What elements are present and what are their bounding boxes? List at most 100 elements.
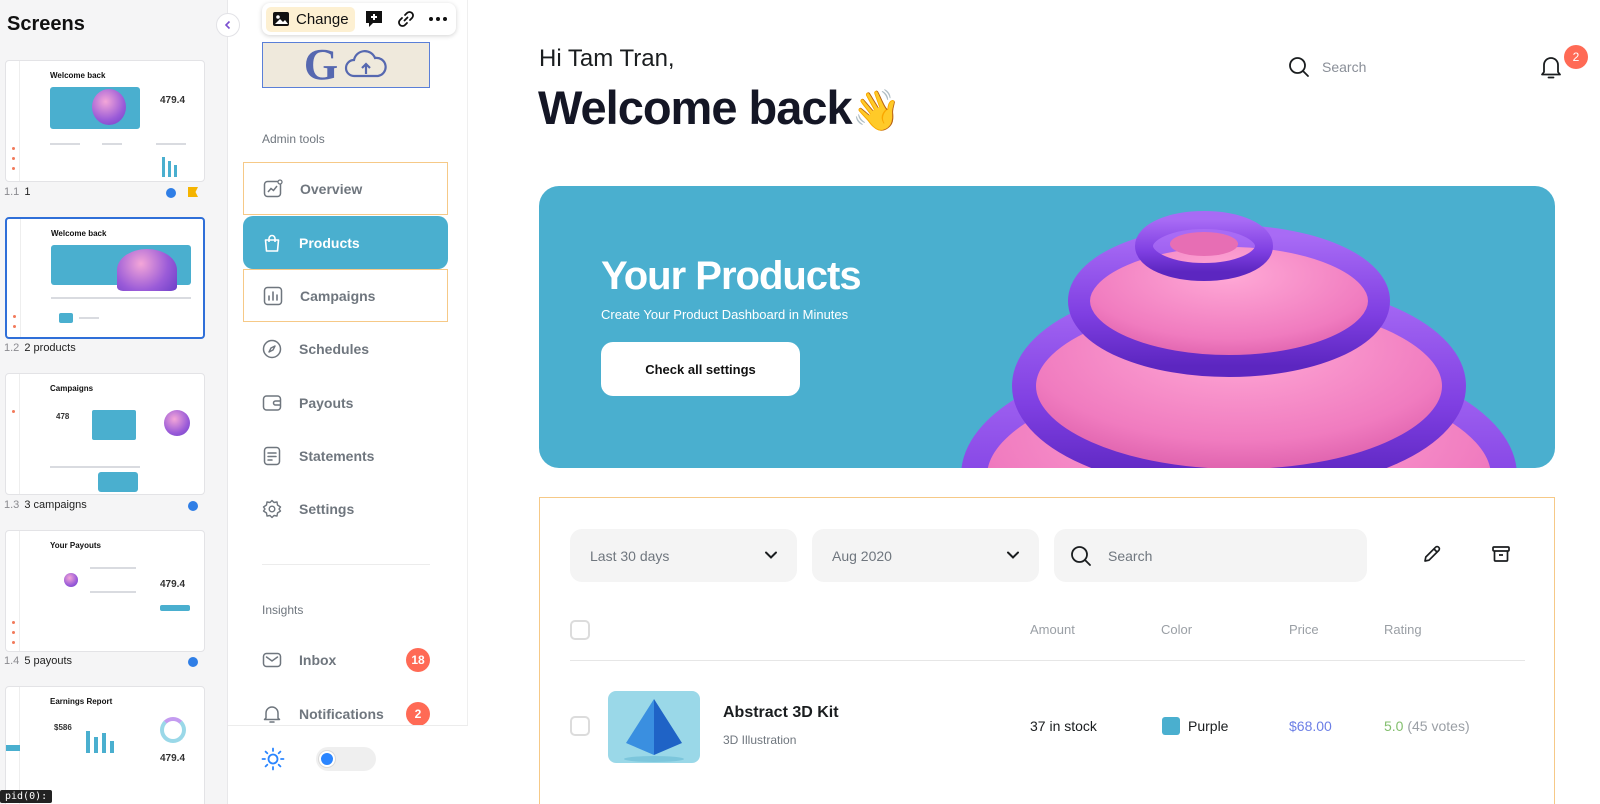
toggle-knob <box>319 751 335 767</box>
screen-thumbnail-5[interactable]: Earnings Report $586 479.4 <box>5 686 205 804</box>
collapse-panel-button[interactable] <box>216 13 240 37</box>
edit-pencil-icon[interactable] <box>1422 544 1442 564</box>
month-select[interactable]: Aug 2020 <box>812 529 1039 582</box>
nav-label: Payouts <box>299 394 354 411</box>
shopping-bag-icon <box>264 234 280 252</box>
period-select[interactable]: Last 30 days <box>570 529 797 582</box>
product-name: Abstract 3D Kit <box>723 704 839 721</box>
screen-thumbnail-4[interactable]: Your Payouts 479.4 <box>5 530 205 652</box>
check-settings-button[interactable]: Check all settings <box>601 342 800 396</box>
thumb-value: 479.4 <box>160 95 186 106</box>
screen-label-4: 1.4 5 payouts <box>4 655 73 667</box>
compass-icon <box>262 339 282 358</box>
table-search-input[interactable]: Search <box>1054 529 1367 582</box>
color-swatch <box>1162 717 1180 735</box>
nav-label: Notifications <box>299 705 384 722</box>
image-icon <box>273 12 289 26</box>
product-amount: 37 in stock <box>1030 718 1097 734</box>
column-header-price[interactable]: Price <box>1289 622 1319 637</box>
link-button[interactable] <box>393 6 419 32</box>
main-content: Hi Tam Tran, Welcome back👋 Search 2 Your… <box>468 0 1600 804</box>
hero-subtitle: Create Your Product Dashboard in Minutes <box>601 307 849 322</box>
nav-settings[interactable]: Settings <box>243 482 448 535</box>
product-color: Purple <box>1188 718 1229 734</box>
screens-panel: Screens Welcome back 479.4 1.1 1 Welcome… <box>0 0 228 804</box>
link-icon <box>397 11 414 27</box>
thumb-sidebar <box>6 531 20 651</box>
sync-badge-icon <box>166 188 176 198</box>
chevron-left-icon <box>224 20 231 30</box>
select-all-checkbox[interactable] <box>570 620 590 640</box>
thumb-value: 479.4 <box>160 579 186 590</box>
chevron-down-icon <box>765 551 777 559</box>
search-placeholder: Search <box>1108 547 1153 564</box>
change-image-button[interactable]: Change <box>266 6 355 32</box>
nav-label: Products <box>299 234 360 251</box>
archive-icon[interactable] <box>1491 544 1511 564</box>
nav-statements[interactable]: Statements <box>243 429 448 482</box>
nav-label: Settings <box>299 500 355 517</box>
sync-badge-icon <box>188 501 198 511</box>
notifications-count-badge: 2 <box>406 701 430 726</box>
thumb-title: Welcome back <box>51 229 107 238</box>
nav-products[interactable]: Products <box>243 216 448 269</box>
hero-title: Your Products <box>601 254 862 298</box>
add-comment-icon <box>365 11 382 27</box>
wallet-icon <box>262 394 282 411</box>
document-icon <box>263 446 281 465</box>
nav-label: Statements <box>299 447 375 464</box>
pyramid-icon <box>624 699 684 762</box>
chevron-down-icon <box>1007 551 1019 559</box>
page-title: Welcome back👋 <box>538 81 901 134</box>
cloud-upload-icon <box>345 50 387 78</box>
nav-inbox[interactable]: Inbox 18 <box>243 633 448 686</box>
add-comment-button[interactable] <box>361 6 387 32</box>
header-search[interactable]: Search <box>1288 56 1366 78</box>
screen-thumbnail-3[interactable]: Campaigns 478 <box>5 373 205 495</box>
search-placeholder: Search <box>1322 59 1367 75</box>
nav-overview[interactable]: Overview <box>243 162 448 215</box>
column-header-rating[interactable]: Rating <box>1384 622 1422 637</box>
screen-label-3: 1.3 3 campaigns <box>4 499 87 511</box>
logo[interactable]: G <box>262 42 430 88</box>
screen-thumbnail-2[interactable]: Welcome back <box>5 217 205 339</box>
notification-bell-icon[interactable] <box>1539 54 1563 80</box>
row-checkbox[interactable] <box>570 716 590 736</box>
logo-letter-icon: G <box>303 40 339 89</box>
inbox-count-badge: 18 <box>406 647 430 672</box>
thumb-value-2: 479.4 <box>160 753 186 764</box>
thumb-sidebar <box>6 687 20 804</box>
bell-icon <box>263 705 281 723</box>
screen-thumbnail-1[interactable]: Welcome back 479.4 <box>5 60 205 182</box>
thumb-title: Your Payouts <box>50 541 101 550</box>
sidebar-divider <box>262 564 430 565</box>
screen-label-1: 1.1 1 <box>4 186 31 198</box>
nav-schedules[interactable]: Schedules <box>243 322 448 375</box>
change-label: Change <box>296 10 349 28</box>
theme-toggle[interactable] <box>316 747 376 771</box>
month-value: Aug 2020 <box>832 547 892 564</box>
hero-banner: Your Products Create Your Product Dashbo… <box>539 186 1555 468</box>
element-toolbar: Change <box>262 3 456 35</box>
product-category: 3D Illustration <box>723 733 797 747</box>
column-header-amount[interactable]: Amount <box>1030 622 1075 637</box>
bar-chart-icon <box>263 286 283 305</box>
thumb-title: Earnings Report <box>50 697 113 706</box>
column-header-color[interactable]: Color <box>1161 622 1192 637</box>
nav-label: Campaigns <box>300 287 376 304</box>
thumb-value: 478 <box>56 412 70 421</box>
gear-icon <box>262 499 282 518</box>
greeting: Hi Tam Tran, <box>539 45 675 72</box>
nav-campaigns[interactable]: Campaigns <box>243 269 448 322</box>
search-icon <box>1071 545 1091 566</box>
table-header-divider <box>570 660 1525 661</box>
nav-payouts[interactable]: Payouts <box>243 376 448 429</box>
sun-icon <box>261 747 285 771</box>
screens-title: Screens <box>7 13 85 35</box>
product-image <box>608 691 700 763</box>
insights-label: Insights <box>262 603 304 617</box>
product-rating: 5.0 (45 votes) <box>1384 718 1470 734</box>
flag-icon <box>188 187 198 197</box>
more-options-button[interactable] <box>425 6 451 32</box>
product-price: $68.00 <box>1289 718 1332 734</box>
